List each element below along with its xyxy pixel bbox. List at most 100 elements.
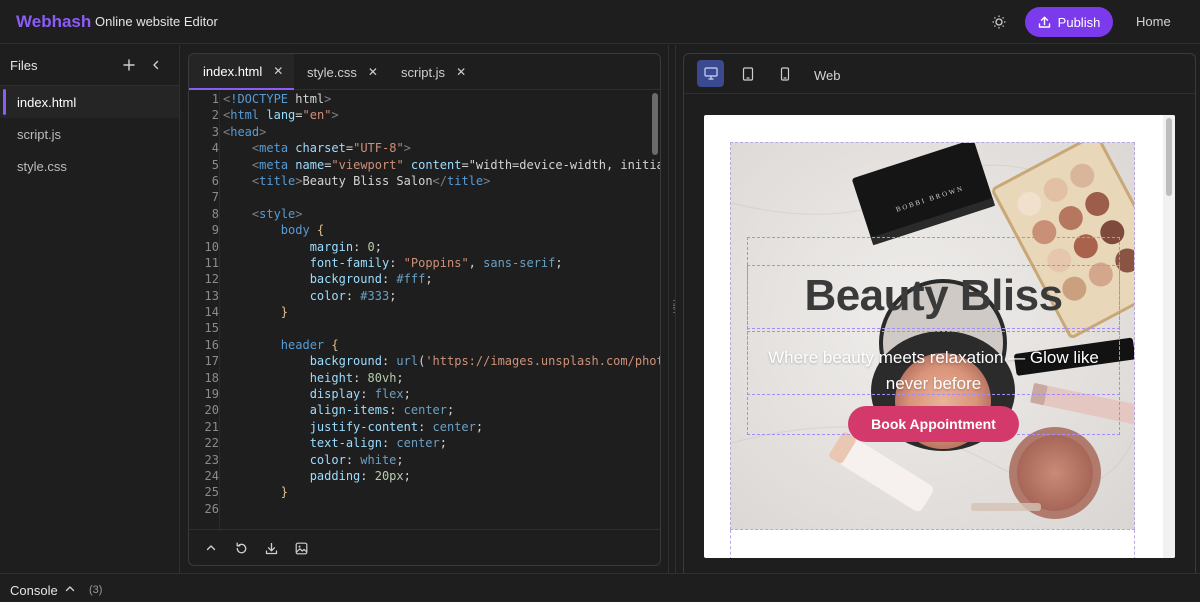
code-line[interactable] (223, 501, 660, 517)
desktop-view-button[interactable] (697, 60, 724, 87)
line-number: 18 (204, 370, 219, 385)
tab-label: style.css (307, 64, 357, 80)
line-number: 16 (204, 337, 219, 352)
line-number: 22 (204, 436, 219, 451)
line-number: 14 (204, 305, 219, 320)
collapse-panel-icon[interactable] (148, 57, 164, 73)
close-tab-icon[interactable]: ✕ (273, 64, 283, 78)
preview-frame[interactable]: Beauty Bliss Where beauty meets relaxati… (704, 115, 1175, 558)
code-line[interactable]: background: url('https://images.unsplash… (223, 353, 660, 369)
line-number: 3 (211, 124, 219, 139)
code-line[interactable]: align-items: center; (223, 402, 660, 418)
line-number: 8 (211, 206, 219, 221)
mobile-icon (780, 66, 789, 81)
tab-label: index.html (203, 63, 263, 79)
book-appointment-button[interactable]: Book Appointment (848, 406, 1019, 442)
code-line[interactable]: font-family: "Poppins", sans-serif; (223, 255, 660, 271)
code-line[interactable]: color: white; (223, 452, 660, 468)
tab-style-css[interactable]: style.css ✕ (293, 54, 389, 90)
tablet-view-button[interactable] (734, 60, 761, 87)
line-number: 7 (211, 190, 219, 205)
line-number-gutter: 1 2 3 4 5 6 7 8 9 10 11 12 13 14 15 16 17 18 19 20 21 22 23 24 2… (189, 91, 219, 517)
upload-icon (1038, 16, 1050, 28)
line-number: 21 (204, 419, 219, 434)
home-link[interactable]: Home (1136, 14, 1171, 29)
code-line[interactable] (223, 189, 660, 205)
code-line[interactable]: height: 80vh; (223, 370, 660, 386)
code-line[interactable]: text-align: center; (223, 435, 660, 451)
code-line[interactable]: padding: 20px; (223, 468, 660, 484)
line-number: 11 (204, 255, 219, 270)
reset-icon[interactable] (233, 540, 249, 556)
panel-splitter[interactable]: ⋮ ⋮ (668, 45, 679, 573)
preview-panel: Web Beauty Bliss Where beauty meets rela… (683, 53, 1196, 573)
console-count-badge: (3) (89, 584, 103, 596)
publish-label: Publish (1057, 14, 1101, 30)
preview-toolbar: Web (684, 54, 1195, 94)
file-item-label: script.js (17, 127, 62, 142)
code-line[interactable]: } (223, 304, 660, 320)
editor-tabs: index.html ✕ style.css ✕ script.js ✕ (189, 54, 660, 90)
code-line[interactable]: <title>Beauty Bliss Salon</title> (223, 173, 660, 189)
line-number: 6 (211, 173, 219, 188)
line-number: 15 (204, 321, 219, 336)
files-header: Files (0, 45, 179, 86)
code-line[interactable]: } (223, 484, 660, 500)
console-label[interactable]: Console (10, 583, 58, 598)
code-line[interactable]: header { (223, 337, 660, 353)
code-line[interactable]: <meta name="viewport" content="width=dev… (223, 157, 660, 173)
publish-button[interactable]: Publish (1025, 7, 1113, 37)
code-area[interactable]: 1 2 3 4 5 6 7 8 9 10 11 12 13 14 15 16 17 18 19 20 21 22 23 24 2… (189, 91, 660, 531)
tab-index-html[interactable]: index.html ✕ (189, 54, 294, 90)
files-panel: Files index.html script.js style.css (0, 45, 180, 573)
hero-subtitle: Where beauty meets relaxation — Glow lik… (768, 348, 1099, 393)
line-number: 5 (211, 157, 219, 172)
chevron-up-icon[interactable] (203, 540, 219, 556)
file-item-index-html[interactable]: index.html (0, 86, 179, 118)
code-line[interactable]: body { (223, 222, 660, 238)
drag-handle-icon[interactable]: ⋮ ⋮ (669, 300, 679, 315)
code-line[interactable]: justify-content: center; (223, 419, 660, 435)
code-line[interactable]: <!DOCTYPE html> (223, 91, 660, 107)
code-line[interactable] (223, 320, 660, 336)
close-tab-icon[interactable]: ✕ (368, 65, 378, 79)
theme-toggle-icon[interactable] (989, 12, 1009, 32)
code-editor: index.html ✕ style.css ✕ script.js ✕ 123… (188, 53, 661, 566)
brand-logo[interactable]: Webhash (16, 12, 91, 32)
line-number: 1 (211, 92, 219, 106)
files-title: Files (10, 58, 38, 73)
code-line[interactable]: background: #fff; (223, 271, 660, 287)
image-icon[interactable] (293, 540, 309, 556)
desktop-icon (703, 67, 718, 80)
app-subtitle: Online website Editor (95, 14, 218, 29)
add-file-icon[interactable] (121, 57, 137, 73)
line-number: 2 (211, 108, 219, 123)
mobile-view-button[interactable] (771, 60, 798, 87)
section-outline (730, 530, 1135, 558)
tablet-icon (742, 66, 753, 81)
code-line[interactable]: <meta charset="UTF-8"> (223, 140, 660, 156)
line-number: 23 (204, 452, 219, 467)
chevron-up-icon[interactable] (64, 583, 76, 595)
line-number: 12 (204, 272, 219, 287)
line-number: 10 (204, 239, 219, 254)
code-line[interactable]: <head> (223, 124, 660, 140)
code-line[interactable]: margin: 0; (223, 239, 660, 255)
vertical-scrollbar[interactable] (652, 93, 658, 155)
download-icon[interactable] (263, 540, 279, 556)
hero-title: Beauty Bliss (804, 271, 1063, 320)
code-line[interactable]: color: #333; (223, 288, 660, 304)
code-content[interactable]: <!DOCTYPE html> <html lang="en"> <head> <m… (223, 91, 660, 517)
code-line[interactable]: display: flex; (223, 386, 660, 402)
file-item-script-js[interactable]: script.js (0, 118, 179, 150)
preview-scrollbar[interactable] (1166, 118, 1172, 196)
tab-label: script.js (401, 64, 446, 80)
code-line[interactable]: <html lang="en"> (223, 107, 660, 123)
tab-script-js[interactable]: script.js ✕ (387, 54, 477, 90)
console-bar[interactable]: Console (3) (0, 573, 1200, 602)
line-number: 25 (204, 485, 219, 500)
code-line[interactable]: <style> (223, 206, 660, 222)
file-item-style-css[interactable]: style.css (0, 150, 179, 182)
gutter-divider (219, 91, 220, 531)
close-tab-icon[interactable]: ✕ (456, 65, 466, 79)
